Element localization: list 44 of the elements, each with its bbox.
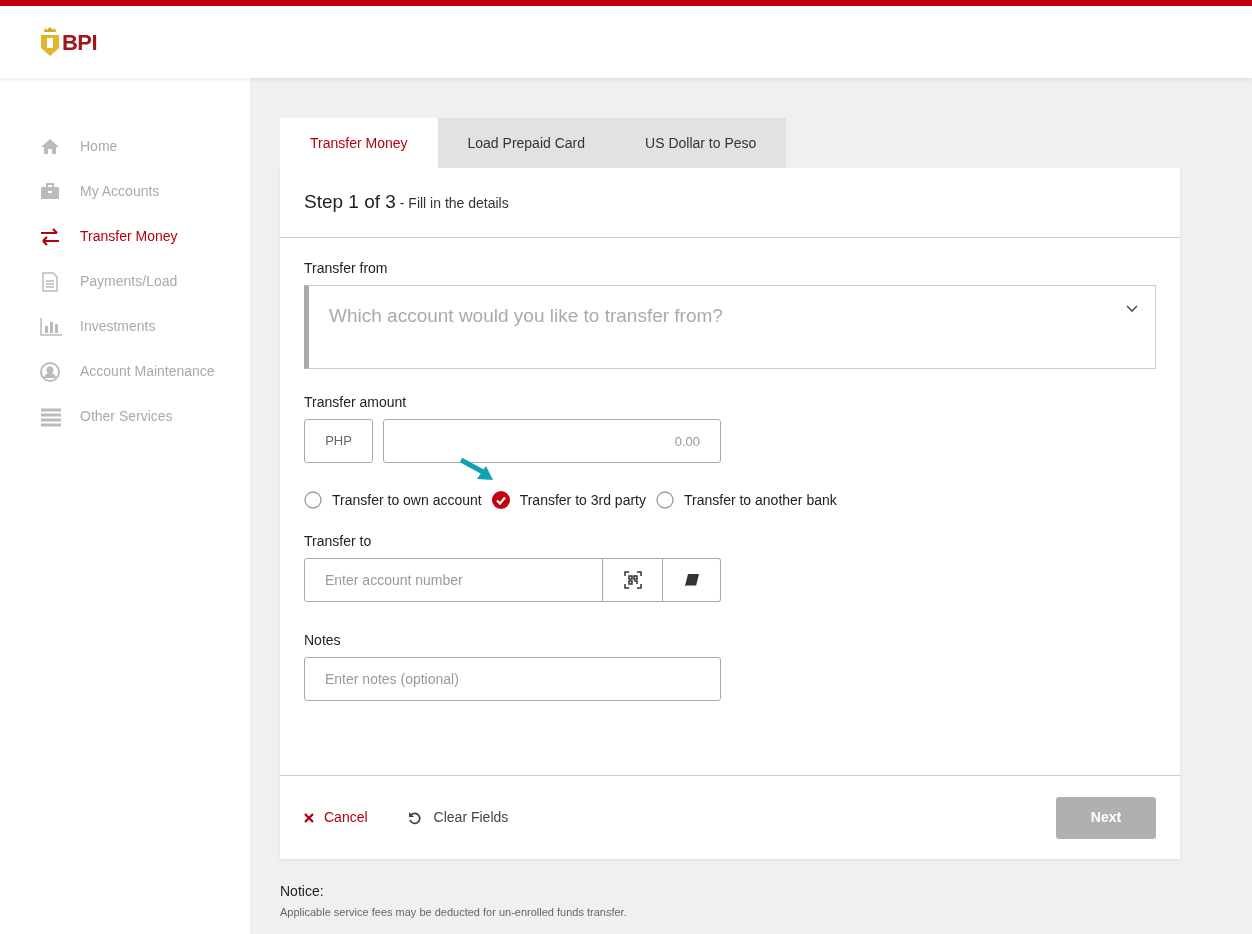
account-dropdown[interactable]: Which account would you like to transfer from? <box>304 285 1156 369</box>
sidebar-item[interactable]: Transfer Money <box>0 214 250 259</box>
account-number-field[interactable]: Enter account number <box>304 558 603 602</box>
notice-title: Notice: <box>280 882 325 901</box>
close-icon <box>304 812 314 823</box>
radio-button[interactable] <box>656 491 674 509</box>
field-label: Transfer amount <box>304 393 408 412</box>
transfer-arrows-icon <box>40 226 62 247</box>
user-circle-icon <box>40 361 62 382</box>
sidebar-item[interactable]: Home <box>0 124 250 169</box>
list-icon <box>40 406 62 427</box>
tab[interactable]: US Dollar to Peso <box>615 118 787 168</box>
tab[interactable]: Transfer Money <box>280 118 438 168</box>
sidebar-item[interactable]: Account Maintenance <box>0 349 250 394</box>
qr-scan-button[interactable] <box>603 558 663 602</box>
cancel-button[interactable]: Cancel <box>304 807 368 828</box>
chevron-down-icon <box>1125 304 1139 314</box>
reset-icon <box>407 810 422 825</box>
sidebar-item[interactable]: Other Services <box>0 394 250 439</box>
sidebar-item[interactable]: Investments <box>0 304 250 349</box>
logo-text: BPI <box>62 28 98 57</box>
radio-button[interactable] <box>491 491 510 509</box>
field-label: Transfer from <box>304 259 389 278</box>
radio-label: Transfer to own account <box>332 490 482 510</box>
pointer-arrow <box>459 457 495 483</box>
sidebar-item[interactable]: Payments/Load <box>0 259 250 304</box>
qr-code-icon <box>623 571 642 589</box>
notes-field[interactable]: Enter notes (optional) <box>304 657 721 701</box>
currency-box: PHP <box>304 419 373 463</box>
address-book-button[interactable] <box>663 558 721 602</box>
radio-label: Transfer to another bank <box>684 490 837 510</box>
radio-button[interactable] <box>304 491 322 509</box>
briefcase-icon <box>40 181 62 202</box>
tab[interactable]: Load Prepaid Card <box>437 118 616 168</box>
amount-field[interactable]: 0.00 <box>383 419 721 463</box>
step-title: Step 1 of 3 - Fill in the details <box>304 190 509 215</box>
field-label: Notes <box>304 631 342 650</box>
crest-icon <box>40 26 60 58</box>
clear-fields-button[interactable]: Clear Fields <box>407 807 509 828</box>
field-label: Transfer to <box>304 532 373 551</box>
radio-label: Transfer to 3rd party <box>519 490 646 510</box>
sidebar-item[interactable]: My Accounts <box>0 169 250 214</box>
bar-chart-icon <box>40 316 62 337</box>
notice-text: Applicable service fees may be deducted for un-enrolled funds transfer. <box>280 905 628 920</box>
